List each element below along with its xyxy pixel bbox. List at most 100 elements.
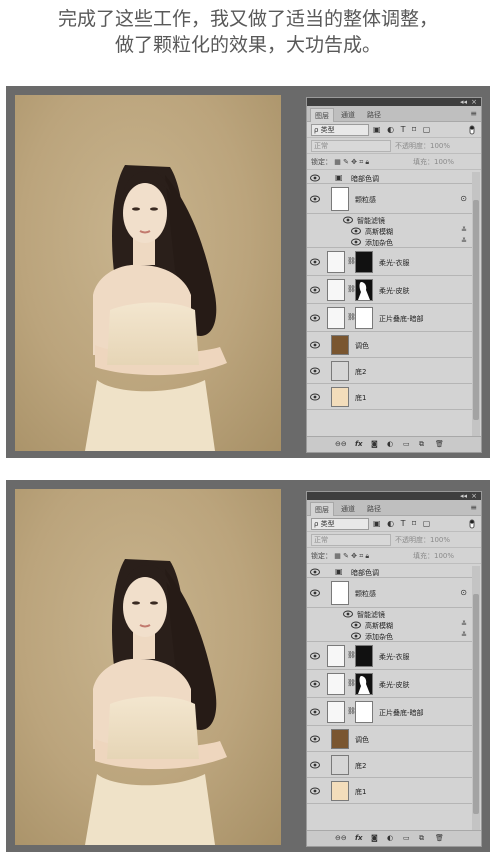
- fill-value[interactable]: 100%: [434, 158, 454, 166]
- image-canvas[interactable]: [15, 95, 281, 451]
- tab-layers[interactable]: 图层: [310, 108, 334, 122]
- close-icon[interactable]: ×: [471, 492, 477, 500]
- filter-icons[interactable]: ▣ ◐ T ⌑ ▢: [373, 518, 432, 530]
- eye-icon[interactable]: [351, 621, 361, 629]
- mask-icon[interactable]: ◙: [371, 834, 378, 842]
- fx-icon[interactable]: fx: [355, 440, 363, 448]
- trash-icon[interactable]: 🗑︎: [435, 834, 444, 842]
- group-icon[interactable]: ▭: [403, 834, 410, 842]
- layer-multiply[interactable]: ⛓ 正片叠底-暗部: [307, 698, 473, 726]
- layer-base1[interactable]: 底1: [307, 384, 473, 410]
- eye-icon[interactable]: [310, 589, 320, 597]
- tab-paths[interactable]: 路径: [363, 108, 385, 122]
- opacity-value[interactable]: 100%: [430, 536, 450, 544]
- filter-options-icon[interactable]: ≚: [461, 631, 467, 639]
- fill-field[interactable]: 填充：100%: [413, 550, 454, 562]
- fx-icon[interactable]: fx: [355, 834, 363, 842]
- eye-icon[interactable]: [310, 258, 320, 266]
- layer-tone[interactable]: 调色: [307, 332, 473, 358]
- tab-channels[interactable]: 通道: [337, 502, 359, 516]
- eye-icon[interactable]: [351, 227, 361, 235]
- lock-controls[interactable]: 锁定： ▦ ✎ ✥ ⌗ 🔒︎: [311, 156, 369, 168]
- eye-icon[interactable]: [310, 174, 320, 182]
- eye-icon[interactable]: [310, 568, 320, 576]
- eye-icon[interactable]: [310, 708, 320, 716]
- fill-field[interactable]: 填充：100%: [413, 156, 454, 168]
- eye-icon[interactable]: [351, 238, 361, 246]
- eye-icon[interactable]: [310, 341, 320, 349]
- layer-grain[interactable]: 颗粒感 ⊙: [307, 184, 473, 214]
- eye-icon[interactable]: [351, 632, 361, 640]
- layer-soft-clothes[interactable]: ⛓ 柔光-衣服: [307, 248, 473, 276]
- layer-soft-clothes[interactable]: ⛓ 柔光-衣服: [307, 642, 473, 670]
- layer-multiply[interactable]: ⛓ 正片叠底-暗部: [307, 304, 473, 332]
- scrollbar-thumb[interactable]: [473, 594, 479, 814]
- eye-icon[interactable]: [310, 680, 320, 688]
- new-layer-icon[interactable]: ⧉: [419, 834, 424, 843]
- layer-grain[interactable]: 颗粒感 ⊙: [307, 578, 473, 608]
- opacity-field[interactable]: 不透明度：100%: [395, 140, 450, 152]
- link-icon[interactable]: ⊖⊖: [335, 440, 347, 448]
- eye-icon[interactable]: [310, 761, 320, 769]
- kind-filter-select[interactable]: ρ 类型: [311, 124, 369, 136]
- fill-value[interactable]: 100%: [434, 552, 454, 560]
- eye-icon[interactable]: [310, 195, 320, 203]
- filter-options-icon[interactable]: ≚: [461, 620, 467, 628]
- adjustment-icon[interactable]: ◐: [387, 440, 393, 448]
- tab-paths[interactable]: 路径: [363, 502, 385, 516]
- link-icon[interactable]: ⊖⊖: [335, 834, 347, 842]
- smart-filter-row[interactable]: 智能滤镜: [307, 608, 473, 620]
- filter-toggle-icon[interactable]: [467, 519, 477, 529]
- layer-soft-skin[interactable]: ⛓ 柔光-皮肤: [307, 276, 473, 304]
- lock-controls[interactable]: 锁定： ▦ ✎ ✥ ⌗ 🔒︎: [311, 550, 369, 562]
- filter-options-icon[interactable]: ≚: [461, 237, 467, 245]
- filter-options-icon[interactable]: ≚: [461, 226, 467, 234]
- trash-icon[interactable]: 🗑︎: [435, 440, 444, 448]
- smart-filter-row[interactable]: 智能滤镜: [307, 214, 473, 226]
- blend-mode-select[interactable]: 正常: [311, 534, 391, 546]
- layer-base1[interactable]: 底1: [307, 778, 473, 804]
- eye-icon[interactable]: [343, 610, 353, 618]
- scrollbar-thumb[interactable]: [473, 200, 479, 420]
- filter-toggle-icon[interactable]: [467, 125, 477, 135]
- filter-gaussian[interactable]: 高斯模糊 ≚: [307, 226, 473, 236]
- new-layer-icon[interactable]: ⧉: [419, 440, 424, 449]
- kind-filter-select[interactable]: ρ 类型: [311, 518, 369, 530]
- layer-tone[interactable]: 调色: [307, 726, 473, 752]
- blend-mode-select[interactable]: 正常: [311, 140, 391, 152]
- layer-base2[interactable]: 底2: [307, 358, 473, 384]
- opacity-value[interactable]: 100%: [430, 142, 450, 150]
- menu-icon[interactable]: ≡: [470, 503, 477, 512]
- layer-base2[interactable]: 底2: [307, 752, 473, 778]
- tab-layers[interactable]: 图层: [310, 502, 334, 516]
- opacity-field[interactable]: 不透明度：100%: [395, 534, 450, 546]
- close-icon[interactable]: ×: [471, 98, 477, 106]
- smart-object-icon: ⊙: [460, 588, 467, 597]
- filter-noise[interactable]: 添加杂色 ≚: [307, 236, 473, 248]
- eye-icon[interactable]: [310, 286, 320, 294]
- layers-scrollbar[interactable]: [472, 566, 480, 832]
- layers-scrollbar[interactable]: [472, 172, 480, 438]
- filter-gaussian[interactable]: 高斯模糊 ≚: [307, 620, 473, 630]
- eye-icon[interactable]: [310, 367, 320, 375]
- eye-icon[interactable]: [310, 652, 320, 660]
- filter-icons[interactable]: ▣ ◐ T ⌑ ▢: [373, 124, 432, 136]
- collapse-icon[interactable]: ◂◂: [460, 492, 467, 500]
- tab-channels[interactable]: 通道: [337, 108, 359, 122]
- eye-icon[interactable]: [310, 393, 320, 401]
- collapse-icon[interactable]: ◂◂: [460, 98, 467, 106]
- filter-noise[interactable]: 添加杂色 ≚: [307, 630, 473, 642]
- group-icon[interactable]: ▭: [403, 440, 410, 448]
- layer-soft-skin[interactable]: ⛓ 柔光-皮肤: [307, 670, 473, 698]
- layer-dark-adjust[interactable]: 暗部色调 ▣: [307, 172, 473, 184]
- mask-icon[interactable]: ◙: [371, 440, 378, 448]
- eye-icon[interactable]: [310, 314, 320, 322]
- eye-icon[interactable]: [310, 787, 320, 795]
- adjustment-icon[interactable]: ◐: [387, 834, 393, 842]
- image-canvas[interactable]: [15, 489, 281, 845]
- menu-icon[interactable]: ≡: [470, 109, 477, 118]
- eye-icon[interactable]: [310, 735, 320, 743]
- eye-icon[interactable]: [343, 216, 353, 224]
- layer-name: 调色: [355, 736, 369, 744]
- layer-dark-adjust[interactable]: 暗部色调 ▣: [307, 566, 473, 578]
